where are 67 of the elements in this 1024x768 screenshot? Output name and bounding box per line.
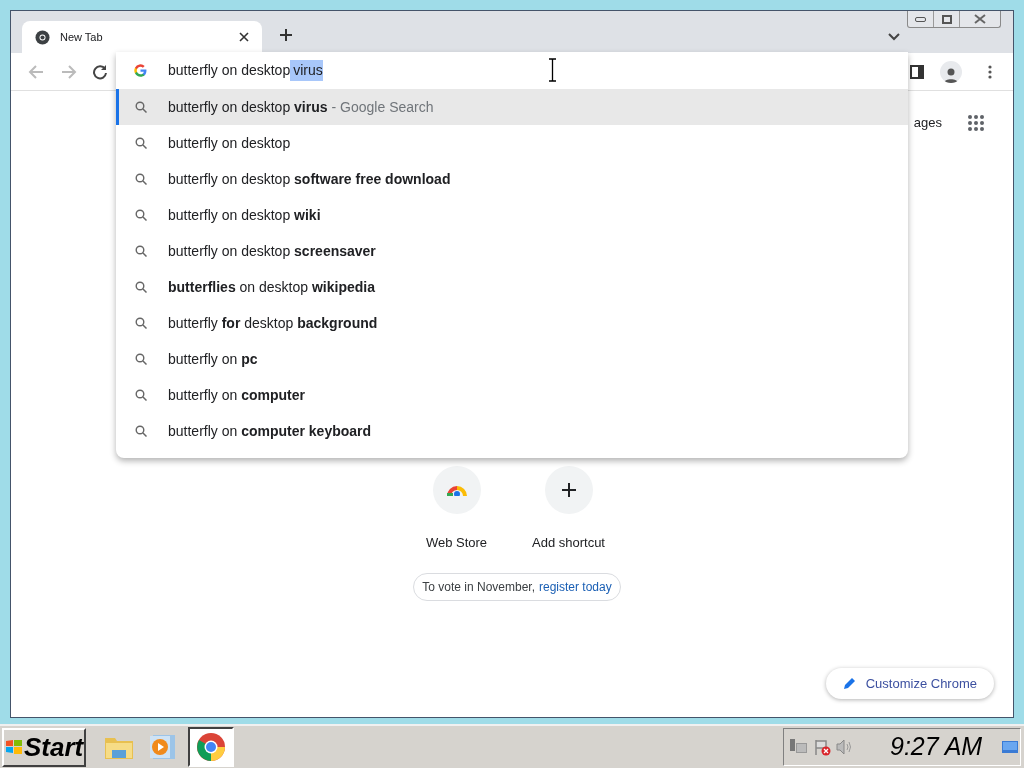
close-icon[interactable] xyxy=(239,32,249,42)
customize-chrome-button[interactable]: Customize Chrome xyxy=(825,668,994,699)
suggestion-text: butterfly on desktop screensaver xyxy=(168,241,376,261)
search-icon xyxy=(135,317,147,329)
suggestion-row[interactable]: butterfly on computer xyxy=(116,377,908,413)
start-button[interactable]: Start xyxy=(2,727,86,767)
plus-icon xyxy=(279,28,293,42)
clock[interactable]: 9:27 AM xyxy=(890,728,983,766)
side-panel-icon[interactable] xyxy=(910,64,924,79)
suggestion-row[interactable]: butterfly on desktop software free download xyxy=(116,161,908,197)
chevron-down-icon xyxy=(888,33,900,41)
address-field[interactable]: butterfly on desktop virus xyxy=(116,52,908,89)
search-icon xyxy=(135,101,147,113)
close-icon xyxy=(974,14,986,24)
text-cursor-icon xyxy=(548,58,557,82)
network-icon[interactable] xyxy=(790,739,808,755)
taskbar-button[interactable] xyxy=(188,727,234,767)
register-link[interactable]: register today xyxy=(539,577,612,596)
suggestion-row[interactable]: butterfly on computer keyboard xyxy=(116,413,908,449)
search-icon xyxy=(135,281,147,293)
search-icon xyxy=(135,209,147,221)
search-icon xyxy=(135,173,147,185)
images-link[interactable]: ages xyxy=(913,113,942,133)
pencil-icon xyxy=(842,677,856,690)
suggestion-text: butterfly on desktop virus xyxy=(168,97,328,117)
maximize-icon xyxy=(941,14,952,24)
media-player-icon xyxy=(149,733,177,761)
suggestion-row[interactable]: butterfly on desktop virus - Google Search xyxy=(116,89,908,125)
suggestion-text: butterfly on computer xyxy=(168,385,305,405)
menu-icon[interactable] xyxy=(988,64,992,79)
suggestion-text: butterfly for desktop background xyxy=(168,313,378,333)
search-icon xyxy=(135,389,147,401)
suggestion-text: butterfly on desktop xyxy=(168,133,291,153)
suggestion-row[interactable]: butterfly on pc xyxy=(116,341,908,377)
minimize-icon xyxy=(915,16,926,22)
suggestion-row[interactable]: butterfly on desktop xyxy=(116,125,908,161)
suggestion-row[interactable]: butterfly on desktop screensaver xyxy=(116,233,908,269)
suggestion-text: butterfly on computer keyboard xyxy=(168,421,372,441)
suggestion-suffix: - Google Search xyxy=(331,97,434,117)
search-icon xyxy=(135,353,147,365)
shortcut-tile[interactable]: Add shortcut xyxy=(520,466,617,553)
plus-icon xyxy=(561,483,576,497)
web-store-icon xyxy=(446,484,467,496)
tab-title: New Tab xyxy=(60,29,104,45)
suggestion-row[interactable]: butterfly on desktop wiki xyxy=(116,197,908,233)
selected-text: virus xyxy=(290,60,323,81)
google-icon xyxy=(134,64,147,77)
suggestion-text: butterfly on desktop software free download xyxy=(168,169,451,189)
promo-text: To vote in November, xyxy=(422,578,535,596)
profile-icon[interactable] xyxy=(940,60,962,83)
chrome-logo-icon xyxy=(35,29,50,45)
search-icon xyxy=(135,137,147,149)
flag-alert-icon[interactable] xyxy=(814,738,832,756)
shortcut-tile[interactable]: Web Store xyxy=(408,466,505,553)
suggestion-row[interactable]: butterflies on desktop wikipedia xyxy=(116,269,908,305)
browser-tab[interactable]: New Tab xyxy=(22,21,262,53)
suggestion-text: butterfly on desktop wiki xyxy=(168,205,321,225)
suggestion-text: butterflies on desktop wikipedia xyxy=(168,277,375,297)
chrome-logo-icon xyxy=(196,732,226,762)
address-text: butterfly on desktop xyxy=(168,61,291,80)
suggestion-text: butterfly on pc xyxy=(168,349,258,369)
apps-grid-icon[interactable] xyxy=(967,114,985,132)
suggestion-row[interactable]: butterfly for desktop background xyxy=(116,305,908,341)
search-icon xyxy=(135,425,147,437)
windows-logo-icon xyxy=(6,740,22,754)
search-icon xyxy=(135,245,147,257)
reload-icon[interactable] xyxy=(92,63,108,80)
